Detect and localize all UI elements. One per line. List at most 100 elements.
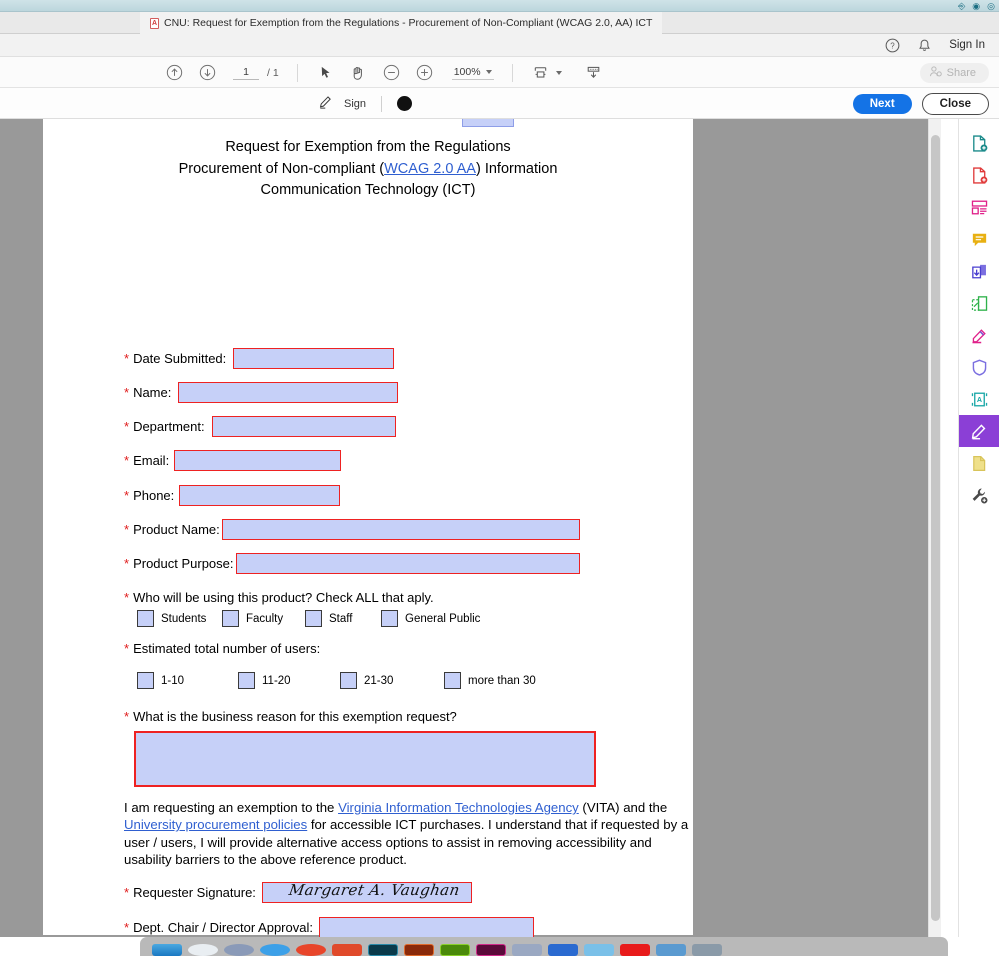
settings-icon[interactable] — [692, 944, 722, 956]
pdf-viewport: Request for Exemption from the Regulatio… — [0, 119, 958, 937]
fit-page-chevron-down-icon[interactable] — [556, 71, 562, 75]
photos-icon[interactable] — [512, 944, 542, 956]
field-label: Dept. Chair / Director Approval: — [133, 920, 313, 935]
bell-icon[interactable] — [918, 38, 931, 53]
notes-icon[interactable] — [440, 944, 470, 956]
terminal-icon[interactable] — [368, 944, 398, 956]
chrome-icon[interactable] — [332, 944, 362, 956]
black-color-dot[interactable] — [397, 96, 412, 111]
checkbox-more-than-30[interactable] — [444, 672, 461, 689]
messages-icon[interactable] — [260, 944, 290, 956]
mail-icon[interactable] — [224, 944, 254, 956]
clock-icon[interactable]: ◎ — [987, 2, 995, 11]
checkbox-1-10[interactable] — [137, 672, 154, 689]
compress-pdf-icon[interactable] — [959, 255, 999, 287]
required-asterisk: * — [124, 885, 129, 900]
checkbox-21-30[interactable] — [340, 672, 357, 689]
acrobat-icon[interactable] — [620, 944, 650, 956]
vertical-scrollbar-thumb[interactable] — [931, 135, 940, 921]
date-submitted-input[interactable] — [233, 348, 394, 369]
clipped-form-field-above-title[interactable] — [462, 119, 514, 127]
pdf-toolbar: / 1 100% Share — [0, 57, 999, 88]
procurement-policies-link[interactable]: University procurement policies — [124, 817, 307, 832]
checkbox-item-faculty[interactable]: Faculty — [222, 610, 305, 627]
checkbox-11-20[interactable] — [238, 672, 255, 689]
music-icon[interactable] — [476, 944, 506, 956]
checkbox-item-staff[interactable]: Staff — [305, 610, 381, 627]
vertical-scrollbar[interactable] — [928, 119, 941, 937]
highlight-icon[interactable] — [959, 319, 999, 351]
phone-input[interactable] — [179, 485, 340, 506]
checkbox-label: 1-10 — [161, 675, 184, 687]
checkbox-item-21-30[interactable]: 21-30 — [340, 672, 444, 689]
checkbox-staff[interactable] — [305, 610, 322, 627]
checkbox-students[interactable] — [137, 610, 154, 627]
checkbox-item-general-public[interactable]: General Public — [381, 610, 480, 627]
cursor-arrow-icon[interactable] — [316, 63, 335, 82]
hand-icon[interactable] — [349, 63, 368, 82]
comment-icon[interactable] — [959, 223, 999, 255]
field-label: Phone: — [133, 488, 174, 503]
finder-icon[interactable] — [152, 944, 182, 956]
more-tools-icon[interactable] — [959, 479, 999, 511]
share-button[interactable]: Share — [920, 63, 989, 83]
vita-link[interactable]: Virginia Information Technologies Agency — [338, 800, 579, 815]
scroll-mode-icon[interactable] — [584, 63, 603, 82]
sign-button-label[interactable]: Sign — [344, 98, 366, 110]
business-reason-textarea[interactable] — [134, 731, 596, 787]
checkbox-item-11-20[interactable]: 11-20 — [238, 672, 340, 689]
safari-icon[interactable] — [188, 944, 218, 956]
department-input[interactable] — [212, 416, 396, 437]
scan-ocr-icon[interactable]: A — [959, 383, 999, 415]
page-number-input[interactable] — [233, 66, 259, 80]
zoom-in-circle-icon[interactable] — [415, 63, 434, 82]
eye-icon[interactable]: ◉ — [972, 2, 980, 11]
arrow-up-circle-icon[interactable] — [165, 63, 184, 82]
export-pdf-icon[interactable] — [959, 127, 999, 159]
user-count-question-text: Estimated total number of users: — [133, 641, 320, 656]
create-pdf-icon[interactable] — [959, 159, 999, 191]
arrow-down-circle-icon[interactable] — [198, 63, 217, 82]
textedit-icon[interactable] — [404, 944, 434, 956]
fill-and-sign-icon[interactable] — [959, 415, 999, 447]
e-icon[interactable]: ⎆ — [958, 2, 965, 11]
checkbox-item-students[interactable]: Students — [137, 610, 222, 627]
calendar-icon[interactable] — [584, 944, 614, 956]
sign-in-button[interactable]: Sign In — [949, 39, 985, 51]
svg-text:A: A — [976, 396, 981, 404]
checkbox-item-1-10[interactable]: 1-10 — [137, 672, 238, 689]
zoom-level-dropdown[interactable]: 100% — [452, 66, 494, 80]
organize-pages-icon[interactable] — [959, 191, 999, 223]
title-line-2-pre: Procurement of Non-compliant ( — [179, 161, 385, 177]
maps-icon[interactable] — [548, 944, 578, 956]
title-line-1: Request for Exemption from the Regulatio… — [43, 137, 693, 159]
close-button[interactable]: Close — [922, 93, 989, 115]
gutter-white-strip — [941, 119, 958, 937]
field-row-date-submitted: * Date Submitted: — [124, 348, 394, 369]
field-label: Requester Signature: — [133, 885, 256, 900]
product-purpose-input[interactable] — [236, 553, 580, 574]
checkbox-faculty[interactable] — [222, 610, 239, 627]
wcag-link[interactable]: WCAG 2.0 AA — [384, 161, 476, 177]
product-name-input[interactable] — [222, 519, 580, 540]
name-input[interactable] — [178, 382, 398, 403]
help-circle-icon[interactable]: ? — [885, 38, 900, 53]
preview-icon[interactable] — [656, 944, 686, 956]
user-count-checkbox-row: 1-10 11-20 21-30 more than 30 — [137, 672, 536, 689]
checkbox-general-public[interactable] — [381, 610, 398, 627]
firefox-icon[interactable] — [296, 944, 326, 956]
protect-icon[interactable] — [959, 351, 999, 383]
zoom-out-circle-icon[interactable] — [382, 63, 401, 82]
browser-tab-bar: CNU: Request for Exemption from the Regu… — [0, 12, 999, 34]
dept-chair-approval-input[interactable] — [319, 917, 534, 937]
crop-pages-icon[interactable] — [959, 287, 999, 319]
document-tab[interactable]: CNU: Request for Exemption from the Regu… — [140, 12, 662, 34]
stamp-icon[interactable] — [959, 447, 999, 479]
fit-page-icon[interactable] — [531, 63, 550, 82]
next-button[interactable]: Next — [853, 94, 912, 114]
email-input[interactable] — [174, 450, 341, 471]
viewport-right-gutter — [693, 119, 958, 937]
checkbox-item-more-than-30[interactable]: more than 30 — [444, 672, 536, 689]
title-line-2: Procurement of Non-compliant (WCAG 2.0 A… — [43, 159, 693, 181]
sign-pen-icon[interactable] — [318, 93, 335, 115]
